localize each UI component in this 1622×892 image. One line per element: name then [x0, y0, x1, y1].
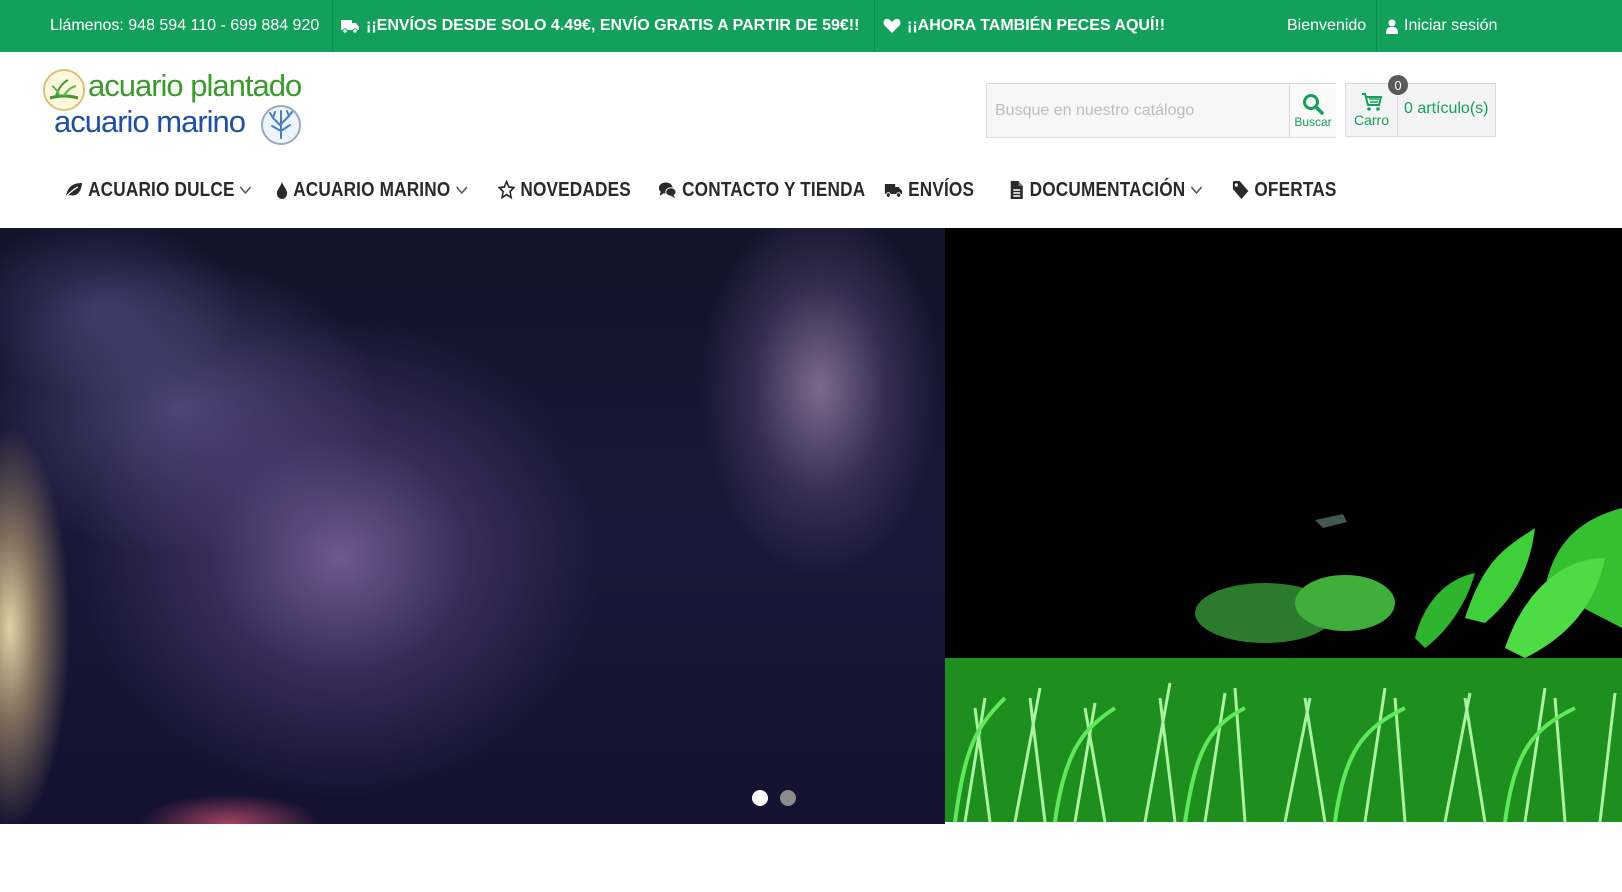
hero-carousel[interactable]	[0, 228, 1622, 824]
truck-icon	[340, 18, 360, 34]
nav-label: DOCUMENTACIÓN	[1029, 178, 1186, 201]
nav-acuario-marino[interactable]: ACUARIO MARINO	[276, 168, 468, 212]
search-button-label: Buscar	[1294, 114, 1332, 129]
chevron-down-icon	[240, 186, 252, 195]
cart-icon	[1361, 93, 1382, 111]
nav-contacto-tienda[interactable]: CONTACTO Y TIENDA	[658, 168, 865, 212]
carousel-dot-1[interactable]	[752, 790, 768, 806]
cart-label: Carro	[1353, 112, 1389, 128]
document-icon	[1010, 181, 1023, 199]
welcome-text: Bienvenido	[1287, 17, 1367, 34]
leaf-icon	[64, 183, 83, 199]
heart-icon	[883, 18, 901, 34]
cart-items-text: 0 artículo(s)	[1404, 100, 1489, 117]
shipping-promo-text: ¡¡ENVÍOS DESDE SOLO 4.49€, ENVÍO GRATIS …	[366, 17, 860, 34]
nav-label: ENVÍOS	[908, 178, 975, 201]
divider	[332, 0, 333, 52]
logo-text-plantado: acuario plantado	[88, 68, 302, 103]
nav-acuario-dulce[interactable]: ACUARIO DULCE	[64, 168, 252, 212]
login-label: Iniciar sesión	[1404, 17, 1498, 34]
plants-image	[945, 508, 1622, 823]
search-box: Buscar	[986, 83, 1336, 138]
user-icon	[1386, 19, 1398, 34]
nav-label: OFERTAS	[1254, 178, 1337, 201]
chevron-down-icon	[1190, 186, 1203, 195]
search-input[interactable]	[987, 84, 1289, 137]
shipping-promo: ¡¡ENVÍOS DESDE SOLO 4.49€, ENVÍO GRATIS …	[340, 0, 859, 52]
login-link[interactable]: Iniciar sesión	[1386, 0, 1497, 52]
cart-count-badge: 0	[1388, 75, 1408, 95]
divider	[1376, 0, 1377, 52]
nav-label: ACUARIO MARINO	[293, 178, 451, 201]
top-bar: Llámenos: 948 594 110 - 699 884 920 ¡¡EN…	[0, 0, 1622, 52]
truck-icon	[884, 184, 903, 198]
site-logo[interactable]: acuario plantado acuario marino	[42, 68, 312, 150]
divider	[874, 0, 875, 52]
cart-widget[interactable]: Carro 0 0 artículo(s)	[1345, 75, 1496, 137]
comments-icon	[658, 182, 677, 198]
nav-envios[interactable]: ENVÍOS	[884, 168, 974, 212]
nav-label: ACUARIO DULCE	[88, 178, 235, 201]
search-icon	[1303, 93, 1324, 115]
nav-novedades[interactable]: NOVEDADES	[498, 168, 631, 212]
nav-ofertas[interactable]: OFERTAS	[1232, 168, 1336, 212]
drop-icon	[276, 182, 288, 199]
tag-icon	[1232, 181, 1249, 199]
nav-documentacion[interactable]: DOCUMENTACIÓN	[1009, 168, 1203, 212]
carousel-slide-marine[interactable]	[0, 228, 945, 824]
nav-label: NOVEDADES	[520, 178, 631, 201]
carousel-dot-2[interactable]	[780, 790, 796, 806]
chevron-down-icon	[455, 186, 468, 195]
carousel-slide-freshwater[interactable]	[945, 228, 1622, 823]
star-icon	[498, 180, 516, 200]
logo-text-marino: acuario marino	[54, 104, 246, 139]
phone-text: Llámenos: 948 594 110 - 699 884 920	[50, 17, 320, 34]
carousel-dots	[752, 790, 796, 806]
main-nav: ACUARIO DULCE ACUARIO MARINO NOVEDADES C…	[0, 168, 1622, 228]
fish-promo: ¡¡AHORA TAMBIÉN PECES AQUÍ!!	[883, 0, 1165, 52]
fish-promo-text: ¡¡AHORA TAMBIÉN PECES AQUÍ!!	[907, 17, 1166, 34]
search-button[interactable]: Buscar	[1289, 84, 1336, 137]
nav-label: CONTACTO Y TIENDA	[682, 178, 866, 201]
coral-logo-icon	[261, 105, 301, 145]
